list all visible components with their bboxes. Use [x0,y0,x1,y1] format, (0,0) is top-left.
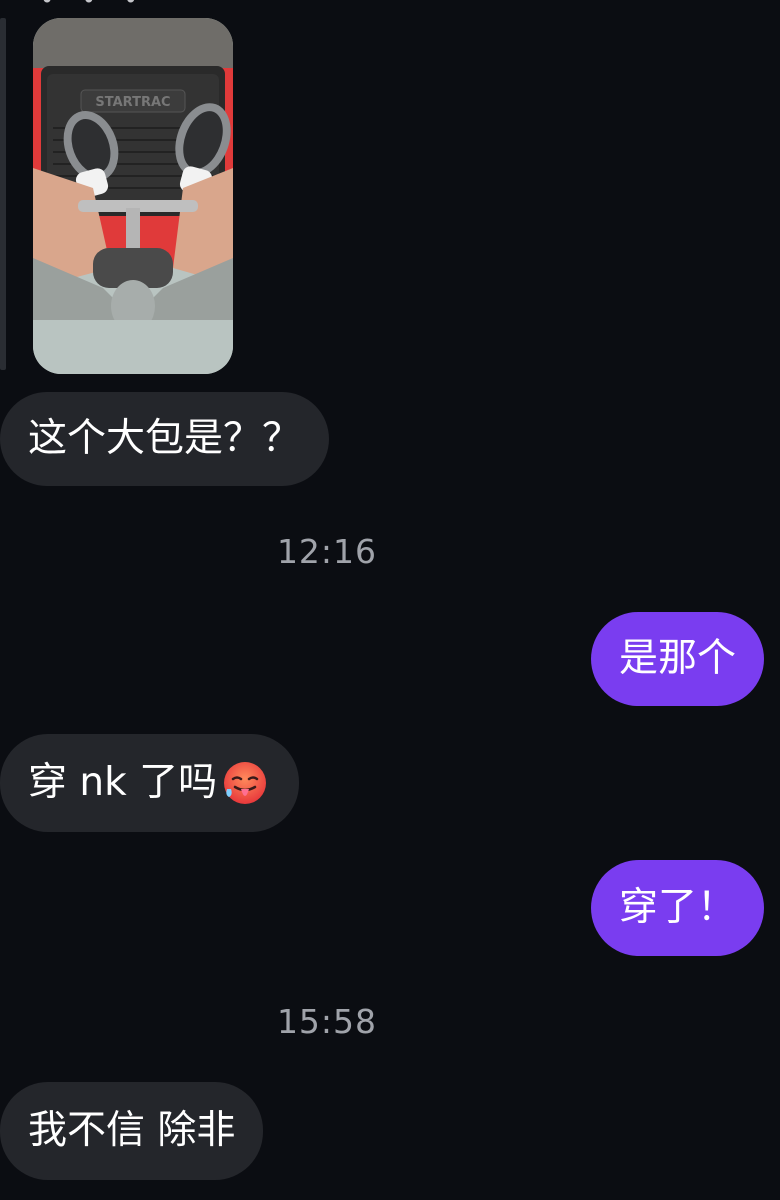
message-bubble-outgoing[interactable]: 是那个 [590,612,764,706]
message-text: 是那个 [618,636,736,681]
message-text: 这个大包是？？ [28,416,302,461]
message-text: 穿 nk 了吗 [28,760,218,805]
message-bubble-outgoing[interactable]: 穿了！ [590,860,764,956]
timestamp: 15:58 [276,1002,378,1041]
message-bubble-incoming[interactable]: 穿 nk 了吗 [0,734,300,832]
message-bubble-incoming[interactable]: 这个大包是？？ [0,392,330,486]
image-message[interactable]: STARTRAC [33,18,233,374]
partial-message-top: • • • [40,0,300,4]
scroll-indicator [0,18,6,370]
message-bubble-incoming[interactable]: 我不信 除非 [0,1082,264,1180]
timestamp: 12:16 [276,532,378,571]
message-text: 我不信 除非 [28,1108,236,1153]
hot-face-emoji [224,762,267,804]
photo-brand-label: STARTRAC [95,95,170,110]
message-text: 穿了！ [618,885,736,930]
photo-leg-press: STARTRAC [33,18,233,374]
